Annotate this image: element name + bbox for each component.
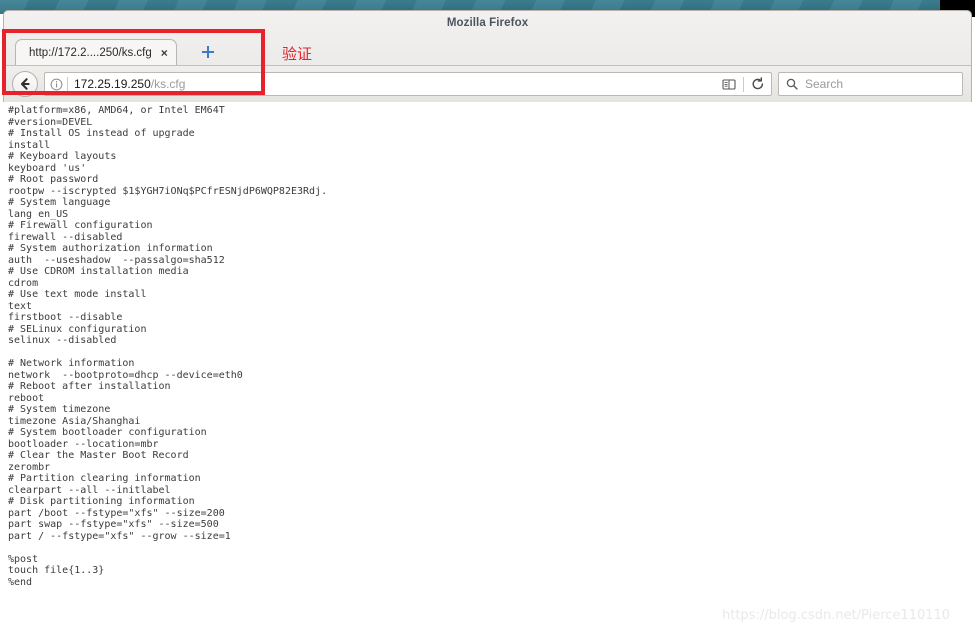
info-circle-icon[interactable] [47, 75, 65, 93]
url-path: /ks.cfg [150, 77, 186, 91]
reload-icon[interactable] [747, 74, 769, 94]
close-icon[interactable]: × [161, 47, 168, 59]
kickstart-config-text: #platform=x86, AMD64, or Intel EM64T #ve… [8, 105, 328, 588]
tab-strip: http://172.2....250/ks.cfg × [4, 35, 971, 65]
url-bar[interactable]: 172.25.19.250/ks.cfg [44, 72, 772, 96]
back-arrow-icon[interactable] [12, 71, 38, 97]
search-icon [786, 78, 798, 90]
tab-title: http://172.2....250/ks.cfg [29, 46, 152, 59]
navigation-toolbar: 172.25.19.250/ks.cfg Search [4, 65, 971, 102]
plus-icon[interactable] [200, 44, 216, 60]
search-input[interactable]: Search [778, 72, 963, 96]
browser-window: Mozilla Firefox http://172.2....250/ks.c… [3, 10, 972, 102]
search-placeholder: Search [805, 77, 844, 91]
url-text: 172.25.19.250/ks.cfg [74, 77, 718, 91]
browser-tab[interactable]: http://172.2....250/ks.cfg × [15, 39, 177, 65]
annotation-label: 验证 [282, 45, 313, 63]
window-title: Mozilla Firefox [446, 17, 529, 29]
window-titlebar: Mozilla Firefox [4, 11, 971, 35]
reader-mode-icon[interactable] [718, 74, 740, 94]
urlbar-divider [67, 76, 68, 92]
page-content-area: #platform=x86, AMD64, or Intel EM64T #ve… [0, 102, 975, 635]
toolbar-divider [743, 76, 744, 92]
url-host: 172.25.19.250 [74, 77, 151, 91]
